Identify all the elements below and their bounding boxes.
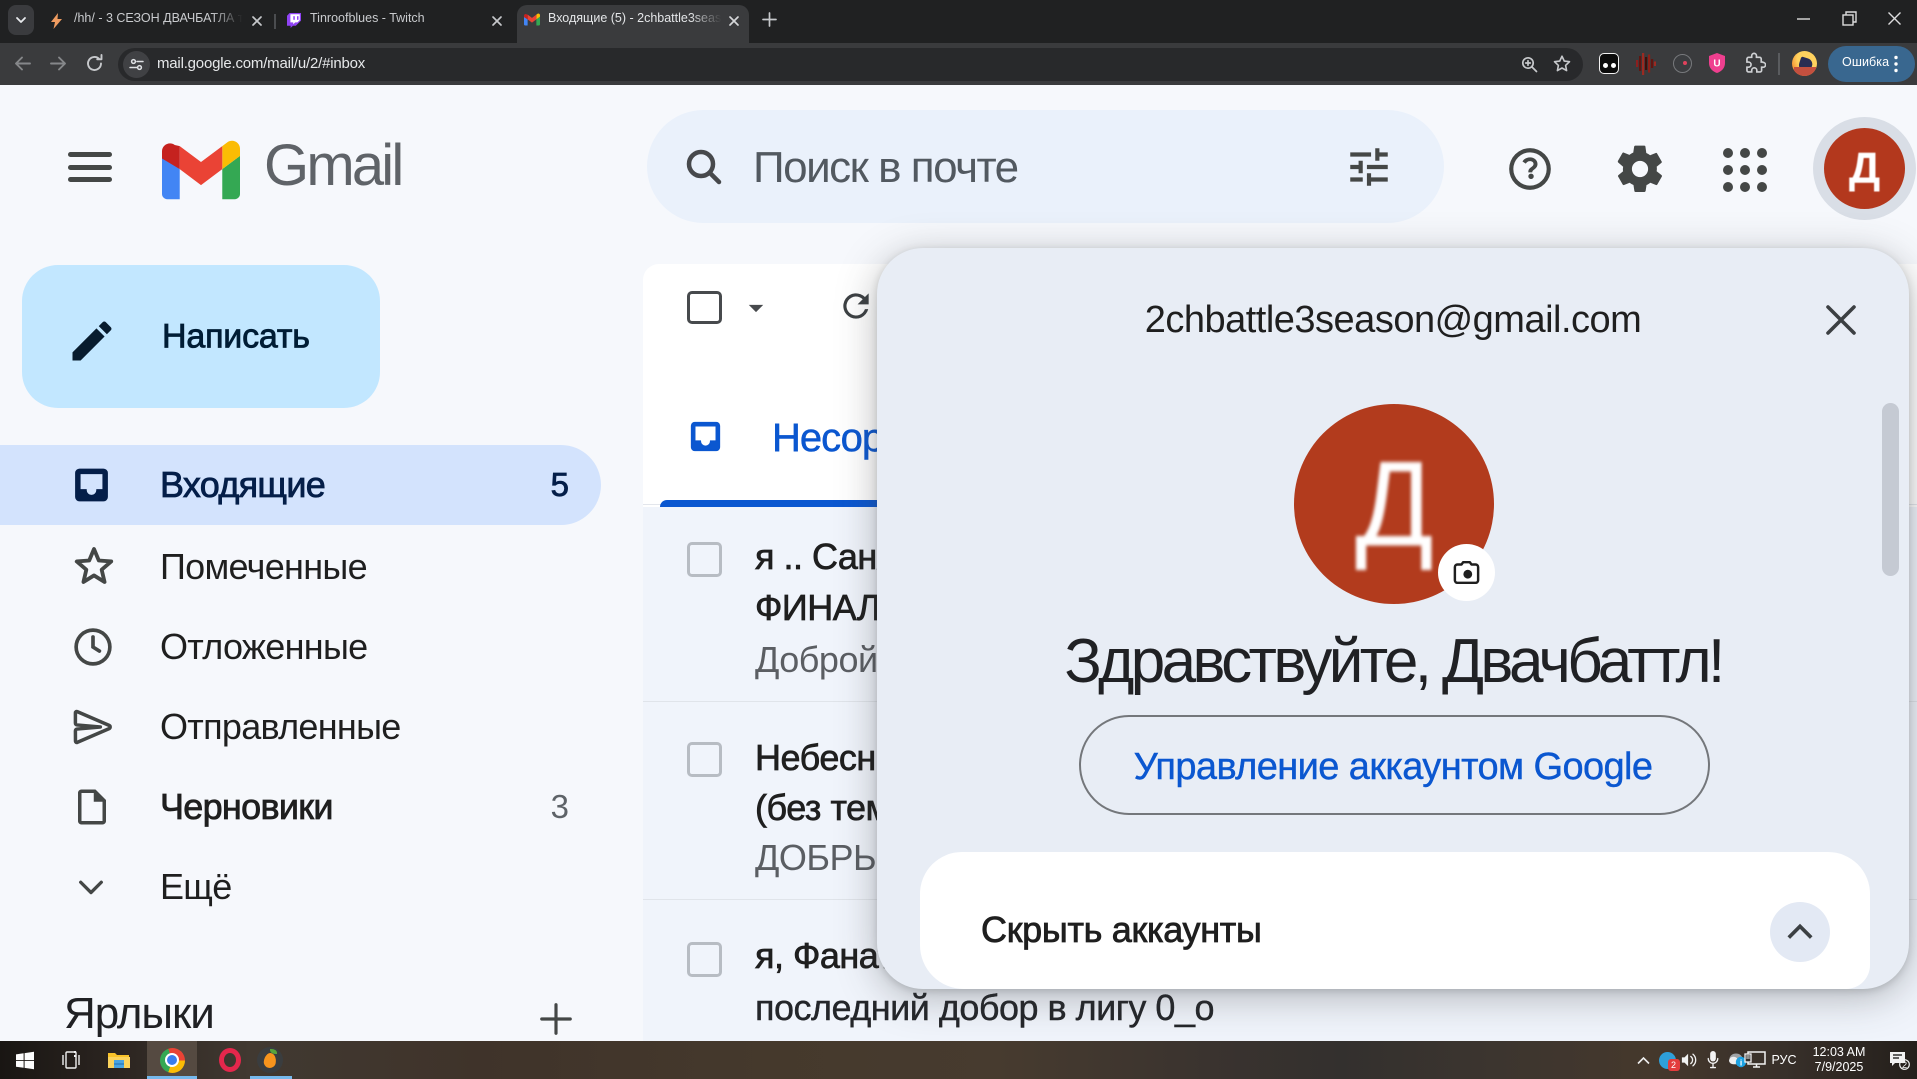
svg-text:U: U — [1713, 59, 1720, 70]
svg-text:2: 2 — [1902, 1060, 1907, 1070]
